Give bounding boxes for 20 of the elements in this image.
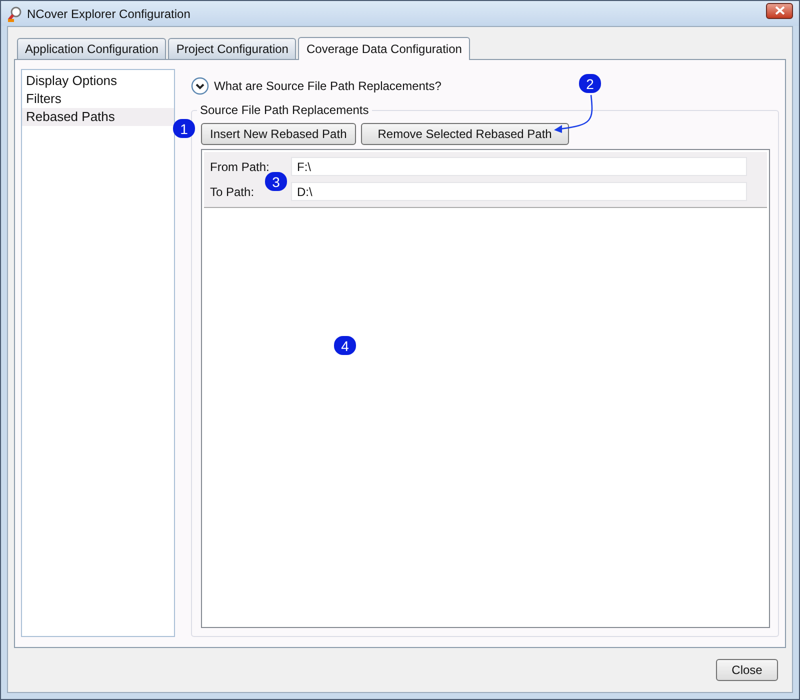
field-label: To Path: [210,184,254,198]
action-button[interactable]: Insert New Rebased Path [201,123,356,145]
help-link[interactable]: What are Source File Path Replacements? [214,79,442,93]
sidebar-item[interactable]: Display Options [22,72,174,90]
window-title: NCover Explorer Configuration [27,6,190,20]
magnifier-icon [7,6,23,22]
path-field[interactable]: D:\ [291,182,747,201]
tab[interactable]: Coverage Data Configuration [298,37,470,60]
expand-icon[interactable] [191,77,209,95]
field-label: From Path: [210,160,270,174]
sidebar-item[interactable]: Filters [22,90,174,108]
close-dialog-button[interactable]: Close [716,659,778,681]
sidebar-item[interactable]: Rebased Paths [22,108,174,126]
action-button[interactable]: Remove Selected Rebased Path [360,123,569,145]
tab[interactable]: Application Configuration [17,38,166,59]
tab[interactable]: Project Configuration [168,38,296,59]
path-field[interactable]: F:\ [291,157,747,176]
group-title: Source File Path Replacements [197,103,372,117]
close-icon [774,6,784,15]
close-button[interactable] [766,2,793,18]
